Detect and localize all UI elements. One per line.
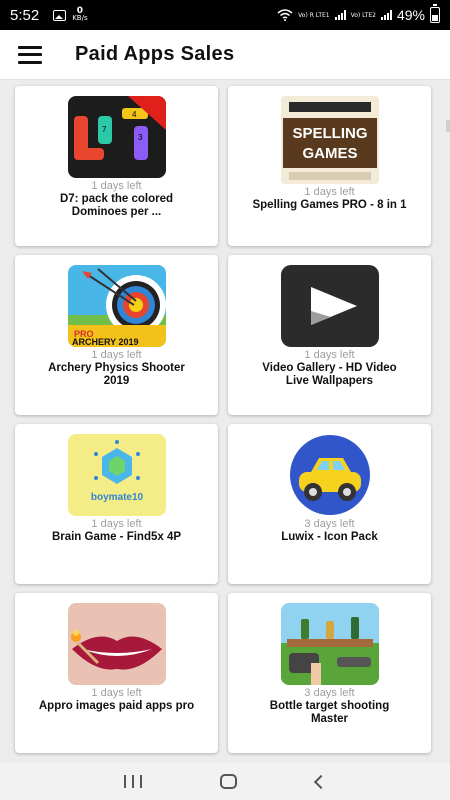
recents-icon[interactable]: [124, 775, 143, 788]
battery-icon: [430, 4, 440, 23]
app-card[interactable]: boymate10 1 days left Brain Game - Find5…: [15, 424, 218, 584]
svg-text:ARCHERY 2019: ARCHERY 2019: [72, 337, 139, 347]
days-left-label: 1 days left: [91, 349, 142, 361]
apps-grid[interactable]: 7 4 3 1 days left D7: pack the colored Dom…: [0, 80, 450, 763]
home-icon[interactable]: [220, 774, 238, 789]
page-title: Paid Apps Sales: [75, 43, 235, 65]
system-nav-bar: [0, 763, 450, 800]
app-name: Video Gallery - HD Video Live Wallpapers: [262, 362, 397, 387]
network-speed: 0 KB/s: [72, 6, 88, 22]
days-left-label: 1 days left: [91, 518, 142, 530]
archery-target-icon: PRO ARCHERY 2019: [67, 265, 166, 347]
app-card[interactable]: 3 days left Luwix - Icon Pack: [228, 424, 431, 584]
days-left-label: 1 days left: [91, 180, 142, 192]
signal-2-icon: [380, 10, 392, 20]
hexagon-brain-icon: boymate10: [67, 434, 166, 516]
signal-1-icon: [334, 10, 346, 20]
play-icon: [280, 265, 379, 347]
status-bar: 5:52 0 KB/s Vo) R LTE1 Vo) LTE2 49%: [0, 0, 450, 30]
app-card[interactable]: 1 days left Appro images paid apps pro: [15, 593, 218, 753]
wifi-icon: [277, 9, 293, 21]
app-name: Appro images paid apps pro: [38, 700, 195, 712]
lips-match-icon: [67, 603, 166, 685]
days-left-label: 3 days left: [304, 518, 355, 530]
svg-text:boymate10: boymate10: [90, 492, 143, 503]
app-card[interactable]: 3 days left Bottle target shooting Maste…: [228, 593, 431, 753]
app-card[interactable]: PRO ARCHERY 2019 1 days left Archery Phys…: [15, 255, 218, 415]
svg-text:SPELLING: SPELLING: [292, 125, 367, 142]
days-left-label: 1 days left: [91, 687, 142, 699]
back-icon[interactable]: [313, 774, 328, 789]
app-name: Luwix - Icon Pack: [281, 531, 378, 543]
days-left-label: 3 days left: [304, 687, 355, 699]
domino-game-icon: 7 4 3: [67, 96, 166, 178]
app-card[interactable]: SPELLING GAMES 1 days left Spelling Games…: [228, 86, 431, 246]
image-notification-icon: [53, 9, 67, 21]
app-card[interactable]: 1 days left Video Gallery - HD Video Liv…: [228, 255, 431, 415]
lte2-label: Vo) LTE2: [350, 11, 376, 19]
app-name: Bottle target shooting Master: [269, 700, 390, 725]
app-name: D7: pack the colored Dominoes per ...: [59, 193, 174, 218]
days-left-label: 1 days left: [304, 349, 355, 361]
svg-text:4: 4: [132, 110, 137, 119]
lte1-label: Vo) R LTE1: [298, 11, 330, 19]
status-time: 5:52: [10, 6, 40, 24]
svg-text:3: 3: [138, 133, 143, 142]
scrollbar[interactable]: [446, 120, 450, 132]
bottle-shooting-icon: [280, 603, 379, 685]
app-bar: Paid Apps Sales: [0, 30, 450, 80]
svg-text:GAMES: GAMES: [302, 145, 357, 162]
spelling-games-icon: SPELLING GAMES: [280, 96, 379, 184]
hamburger-menu-icon[interactable]: [18, 45, 42, 64]
app-card[interactable]: 7 4 3 1 days left D7: pack the colored Dom…: [15, 86, 218, 246]
svg-text:7: 7: [102, 125, 107, 134]
battery-percent: 49%: [396, 7, 425, 23]
app-name: Archery Physics Shooter 2019: [48, 362, 185, 387]
car-icon: [280, 434, 379, 516]
days-left-label: 1 days left: [304, 186, 355, 198]
app-name: Brain Game - Find5x 4P: [51, 531, 182, 543]
app-name: Spelling Games PRO - 8 in 1: [252, 199, 407, 211]
